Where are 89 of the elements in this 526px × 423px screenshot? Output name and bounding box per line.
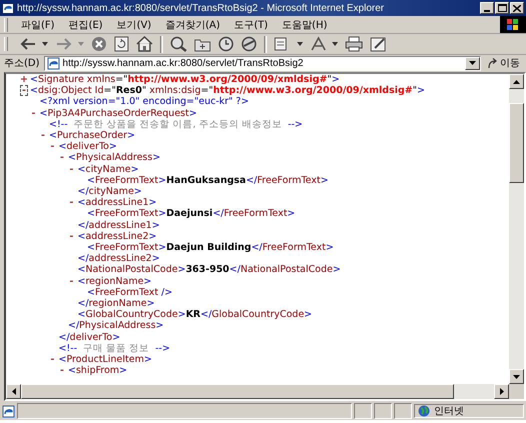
xml-line: <!-- 주문한 상품을 전송할 이름, 주소등의 배송정보 -->	[49, 118, 303, 130]
dropdown-button[interactable]	[465, 56, 480, 70]
xml-line: <ProductLineItem>	[58, 354, 152, 366]
menu-item[interactable]: 도움말(H)	[274, 18, 334, 32]
xml-line: <dsig:Object Id="Res0" xmlns:dsig="http://www.w3.org/2000/09/xmldsig#">	[30, 85, 425, 96]
up-arrow-icon	[513, 80, 520, 84]
xml-line: <GlobalCountryCode>KR</GlobalCountryCode>	[78, 309, 312, 320]
dropdown-icon[interactable]	[42, 42, 48, 46]
xml-line: <addressLine1>	[78, 197, 157, 208]
windows-logo-icon	[500, 16, 526, 33]
xml-line: <cityName>	[78, 164, 139, 175]
xml-line: <?xml version="1.0" encoding="euc-kr" ?>	[40, 96, 249, 108]
maximize-icon	[498, 4, 506, 12]
expand-toggle[interactable]: -	[20, 85, 28, 96]
xml-line: <!-- 구매 물품 정보 -->	[58, 342, 170, 354]
page-icon	[2, 404, 15, 418]
arrow-icon	[487, 58, 498, 68]
scroll-down-button[interactable]	[509, 369, 524, 384]
xml-line: <shipFrom>	[68, 365, 128, 376]
xml-line: </PhysicalAddress>	[68, 320, 164, 332]
window-title: http://syssw.hannam.ac.kr:8080/servlet/TransRtoBsig2 - Microsoft Internet Explorer	[17, 2, 386, 14]
search-icon[interactable]	[170, 36, 187, 52]
right-arrow-icon	[500, 388, 504, 395]
menu-item[interactable]: 편집(E)	[62, 18, 110, 32]
menu-item[interactable]: 즐겨찾기(A)	[158, 18, 227, 32]
caret-icon	[469, 61, 476, 65]
address-field[interactable]: http://syssw.hannam.ac.kr:8080/servlet/TransRtoBsig2	[44, 56, 481, 70]
scrollbar-corner	[509, 384, 524, 399]
xml-line: </cityName>	[78, 186, 142, 198]
close-button[interactable]	[510, 2, 524, 14]
font-icon[interactable]	[310, 36, 327, 52]
go-button[interactable]: 이동	[485, 56, 522, 70]
xml-line: <FreeFormText>Daejunsi</FreeFormText>	[87, 208, 296, 220]
xml-line: </addressLine1>	[78, 220, 160, 231]
expand-toggle[interactable]: -	[68, 164, 76, 175]
status-panel	[354, 403, 372, 419]
expand-toggle[interactable]: -	[68, 276, 76, 287]
xml-line: </addressLine2>	[78, 253, 160, 264]
print-icon[interactable]	[345, 36, 363, 52]
xml-line: <addressLine2>	[78, 230, 157, 242]
zone-label: 인터넷	[434, 405, 464, 418]
status-panel	[374, 403, 392, 419]
expand-toggle[interactable]: -	[68, 197, 76, 208]
maximize-button[interactable]	[495, 2, 509, 14]
xml-line: <Pip3A4PurchaseOrderRequest>	[40, 108, 197, 119]
stop-icon[interactable]	[91, 36, 107, 52]
expand-toggle[interactable]: -	[48, 354, 56, 366]
minimize-button[interactable]	[480, 2, 494, 14]
scroll-up-button[interactable]	[509, 74, 524, 89]
expand-toggle[interactable]: -	[30, 108, 38, 119]
xml-line: <PhysicalAddress>	[68, 152, 160, 164]
scroll-left-button[interactable]	[6, 384, 21, 399]
vertical-scrollbar[interactable]	[509, 74, 524, 384]
menu-item[interactable]: 파일(F)	[14, 18, 62, 32]
scroll-right-button[interactable]	[494, 384, 509, 399]
history-icon[interactable]	[218, 36, 234, 52]
menu-item[interactable]: 보기(V)	[110, 18, 158, 32]
home-icon[interactable]	[136, 36, 153, 52]
expand-toggle[interactable]: +	[20, 74, 28, 86]
edit-icon[interactable]	[370, 36, 387, 52]
xml-line: <PurchaseOrder>	[49, 130, 136, 142]
back-arrow-icon[interactable]	[19, 37, 37, 51]
xml-line: <NationalPostalCode>363-950</NationalPostalCode>	[78, 264, 341, 276]
left-arrow-icon	[12, 388, 16, 395]
xml-line: <FreeFormText />	[87, 286, 172, 298]
folder-icon[interactable]	[194, 36, 211, 52]
dropdown-icon[interactable]	[297, 42, 303, 46]
close-icon	[513, 4, 521, 12]
horizontal-scrollbar[interactable]	[6, 384, 524, 399]
dropdown-icon[interactable]	[332, 42, 338, 46]
refresh-icon[interactable]	[114, 36, 129, 52]
xml-line: <FreeFormText>HanGuksangsa</FreeFormText>	[87, 174, 328, 186]
expand-toggle[interactable]: -	[39, 130, 47, 142]
menu-item[interactable]: 도구(T)	[227, 18, 275, 32]
expand-toggle[interactable]: -	[58, 365, 66, 376]
xml-line: <regionName>	[78, 276, 152, 287]
page-icon	[46, 56, 60, 70]
expand-toggle[interactable]: -	[48, 141, 56, 152]
status-panel	[394, 403, 412, 419]
xml-line: <FreeFormText>Daejun Building</FreeFormText>	[87, 242, 334, 254]
xml-line: </regionName>	[78, 298, 155, 310]
address-label: 주소(D)	[4, 57, 40, 70]
xml-line: <Signature xmlns="http://www.w3.org/2000/09/xmldsig#">	[30, 74, 340, 86]
browser-icon	[2, 2, 14, 14]
expand-toggle[interactable]: -	[58, 152, 66, 164]
down-arrow-icon	[513, 374, 520, 378]
xml-line: </deliverTo>	[58, 332, 120, 343]
expand-toggle[interactable]: -	[68, 230, 76, 242]
xml-line: <deliverTo>	[58, 141, 117, 152]
